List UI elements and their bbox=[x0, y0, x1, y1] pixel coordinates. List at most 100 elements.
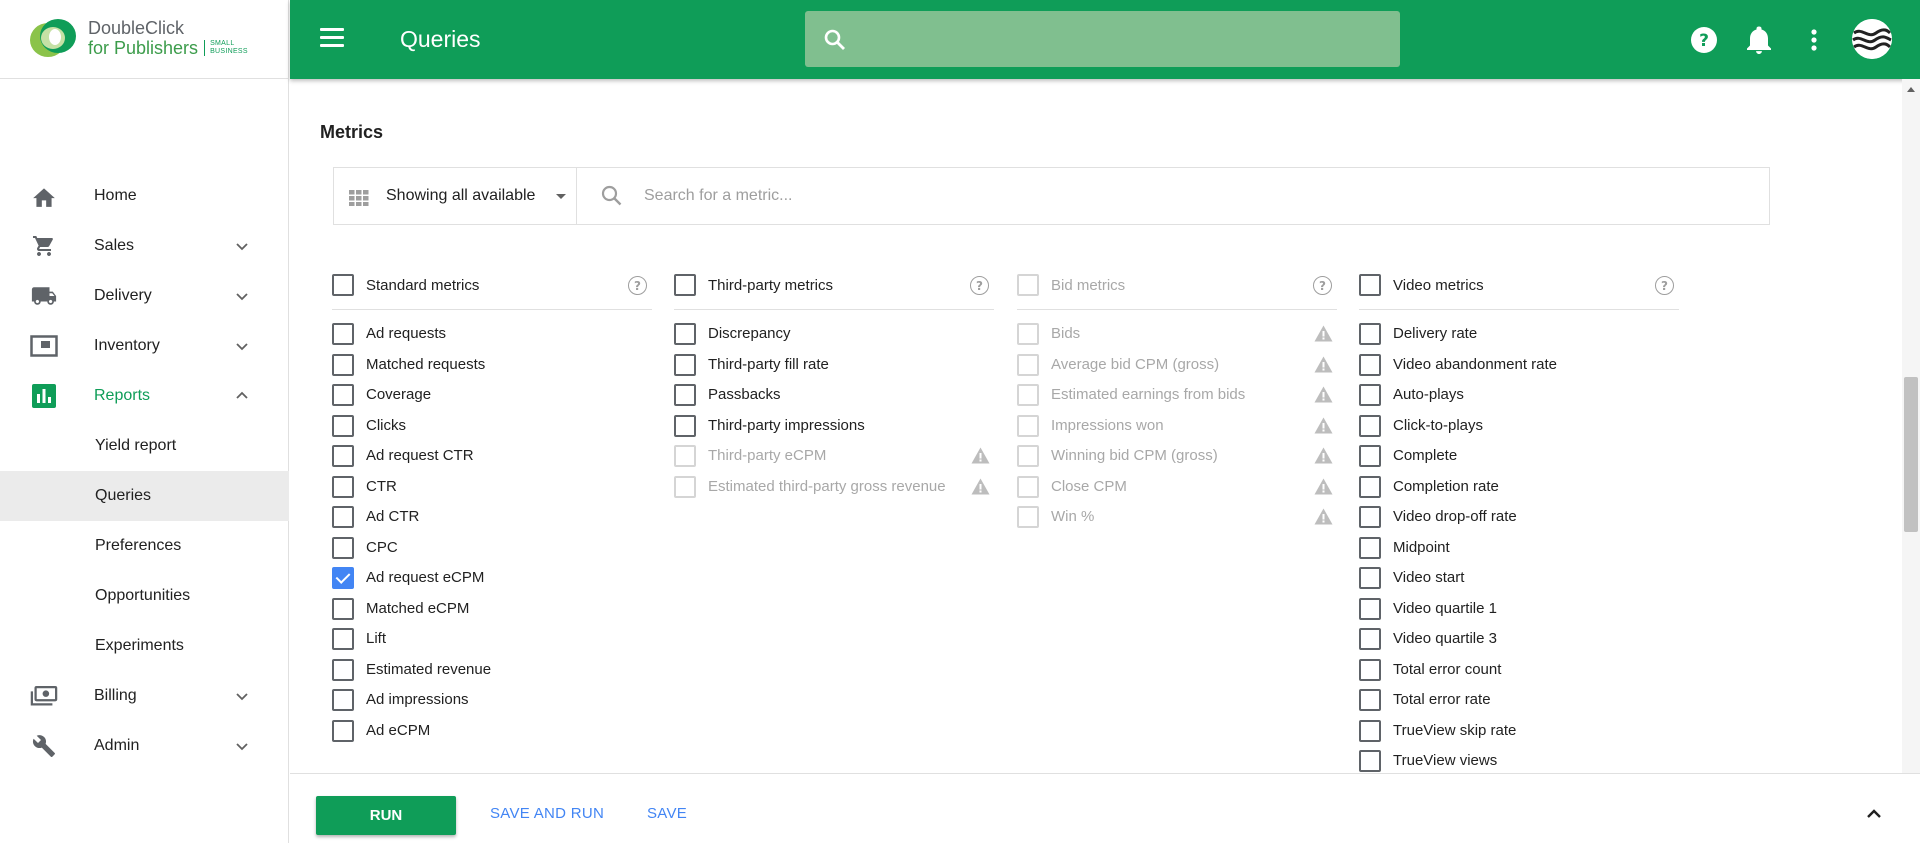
metric-label: Impressions won bbox=[1051, 416, 1164, 434]
metric-item-third-party-fill-rate[interactable]: Third-party fill rate bbox=[674, 342, 994, 376]
warning-icon[interactable] bbox=[1314, 478, 1333, 495]
warning-icon[interactable] bbox=[1314, 447, 1333, 464]
sidebar-item-billing[interactable]: Billing bbox=[0, 671, 289, 721]
metric-item-matched-requests[interactable]: Matched requests bbox=[332, 342, 652, 376]
more-vert-icon[interactable] bbox=[1799, 25, 1829, 55]
metric-label: Ad request eCPM bbox=[366, 569, 485, 586]
metric-item-third-party-impressions[interactable]: Third-party impressions bbox=[674, 403, 994, 437]
help-icon[interactable]: ? bbox=[970, 276, 989, 295]
notifications-icon[interactable] bbox=[1744, 25, 1774, 55]
warning-icon[interactable] bbox=[1314, 386, 1333, 403]
metric-item-video-quartile-1[interactable]: Video quartile 1 bbox=[1359, 586, 1679, 620]
sidebar-item-admin[interactable]: Admin bbox=[0, 721, 289, 771]
help-icon[interactable]: ? bbox=[1689, 25, 1719, 55]
metric-item-ad-ctr[interactable]: Ad CTR bbox=[332, 494, 652, 528]
metric-label: CTR bbox=[366, 477, 397, 495]
metric-label: Close CPM bbox=[1051, 477, 1127, 495]
metric-item-click-to-plays[interactable]: Click-to-plays bbox=[1359, 403, 1679, 437]
page-title: Queries bbox=[400, 26, 481, 52]
sidebar-subitem-experiments[interactable]: Experiments bbox=[0, 621, 289, 671]
metric-item-ctr[interactable]: CTR bbox=[332, 464, 652, 498]
warning-icon[interactable] bbox=[1314, 325, 1333, 342]
metric-group-label: Bid metrics bbox=[1051, 277, 1126, 294]
warning-icon[interactable] bbox=[971, 447, 990, 464]
metric-item-video-abandonment-rate[interactable]: Video abandonment rate bbox=[1359, 342, 1679, 376]
metric-label: Auto-plays bbox=[1393, 386, 1464, 403]
menu-icon[interactable] bbox=[320, 28, 346, 50]
metric-label: Win % bbox=[1051, 508, 1095, 525]
metric-item-coverage[interactable]: Coverage bbox=[332, 372, 652, 406]
metric-item-completion-rate[interactable]: Completion rate bbox=[1359, 464, 1679, 498]
sidebar-item-label: Admin bbox=[94, 737, 140, 754]
metric-checkbox[interactable] bbox=[332, 719, 354, 742]
metric-item-auto-plays[interactable]: Auto-plays bbox=[1359, 372, 1679, 406]
warning-icon[interactable] bbox=[1314, 356, 1333, 373]
metric-item-video-start[interactable]: Video start bbox=[1359, 555, 1679, 589]
metric-search-input[interactable] bbox=[644, 168, 1744, 224]
sidebar-item-home[interactable]: Home bbox=[0, 171, 289, 221]
metric-item-video-drop-off-rate[interactable]: Video drop-off rate bbox=[1359, 494, 1679, 528]
metric-item-estimated-revenue[interactable]: Estimated revenue bbox=[332, 647, 652, 681]
sidebar-subitem-preferences[interactable]: Preferences bbox=[0, 521, 289, 571]
metric-label: CPC bbox=[366, 538, 398, 556]
scroll-up-arrow-icon[interactable] bbox=[1907, 87, 1915, 92]
global-search-input[interactable] bbox=[865, 11, 1385, 67]
global-search[interactable] bbox=[805, 11, 1400, 67]
home-icon bbox=[30, 184, 58, 208]
sidebar-item-sales[interactable]: Sales bbox=[0, 221, 289, 271]
metric-item-complete[interactable]: Complete bbox=[1359, 433, 1679, 467]
metric-label: Bids bbox=[1051, 325, 1081, 342]
metric-item-total-error-count[interactable]: Total error count bbox=[1359, 647, 1679, 681]
metric-item-ad-request-ecpm[interactable]: Ad request eCPM bbox=[332, 555, 652, 589]
metric-item-passbacks[interactable]: Passbacks bbox=[674, 372, 994, 406]
metric-item-trueview-skip-rate[interactable]: TrueView skip rate bbox=[1359, 708, 1679, 742]
sidebar-subitem-yield-report[interactable]: Yield report bbox=[0, 421, 289, 471]
group-checkbox-third-party-metrics[interactable] bbox=[674, 274, 696, 296]
help-icon[interactable]: ? bbox=[1655, 276, 1674, 295]
metric-item-ad-impressions[interactable]: Ad impressions bbox=[332, 677, 652, 711]
search-icon bbox=[600, 184, 624, 213]
metric-item-ad-request-ctr[interactable]: Ad request CTR bbox=[332, 433, 652, 467]
logo-badge-line1: SMALL bbox=[210, 40, 235, 47]
metric-item-delivery-rate[interactable]: Delivery rate bbox=[1359, 311, 1679, 345]
metric-item-total-error-rate[interactable]: Total error rate bbox=[1359, 677, 1679, 711]
sidebar-subitem-opportunities[interactable]: Opportunities bbox=[0, 571, 289, 621]
avatar[interactable] bbox=[1852, 19, 1892, 59]
chevron-up-icon[interactable] bbox=[1864, 804, 1884, 824]
warning-icon[interactable] bbox=[971, 478, 990, 495]
run-button[interactable]: RUN bbox=[316, 796, 456, 835]
group-checkbox-standard-metrics[interactable] bbox=[332, 274, 354, 296]
metric-item-clicks[interactable]: Clicks bbox=[332, 403, 652, 437]
svg-text:?: ? bbox=[1699, 31, 1709, 51]
truck-icon bbox=[30, 284, 58, 308]
app-logo[interactable]: DoubleClick for Publishers SMALL BUSINES… bbox=[28, 16, 248, 60]
help-icon[interactable]: ? bbox=[628, 276, 647, 295]
metric-checkbox[interactable] bbox=[1359, 750, 1381, 772]
metric-item-video-quartile-3[interactable]: Video quartile 3 bbox=[1359, 616, 1679, 650]
search-icon bbox=[823, 28, 847, 57]
metric-item-ad-requests[interactable]: Ad requests bbox=[332, 311, 652, 345]
sidebar-item-inventory[interactable]: Inventory bbox=[0, 321, 289, 371]
metric-item-cpc[interactable]: CPC bbox=[332, 525, 652, 559]
warning-icon[interactable] bbox=[1314, 508, 1333, 525]
help-icon[interactable]: ? bbox=[1313, 276, 1332, 295]
metric-item-midpoint[interactable]: Midpoint bbox=[1359, 525, 1679, 559]
inventory-icon bbox=[30, 334, 58, 358]
warning-icon[interactable] bbox=[1314, 417, 1333, 434]
sidebar-item-reports[interactable]: Reports bbox=[0, 371, 289, 421]
scrollbar-thumb[interactable] bbox=[1904, 377, 1918, 532]
scrollbar[interactable] bbox=[1902, 79, 1920, 773]
metric-item-lift[interactable]: Lift bbox=[332, 616, 652, 650]
save-and-run-button[interactable]: SAVE AND RUN bbox=[490, 805, 604, 822]
metric-label: Passbacks bbox=[708, 386, 781, 403]
metric-item-trueview-views[interactable]: TrueView views bbox=[1359, 738, 1679, 772]
sidebar-item-delivery[interactable]: Delivery bbox=[0, 271, 289, 321]
metric-item-discrepancy[interactable]: Discrepancy bbox=[674, 311, 994, 345]
metric-item-matched-ecpm[interactable]: Matched eCPM bbox=[332, 586, 652, 620]
metric-item-ad-ecpm[interactable]: Ad eCPM bbox=[332, 708, 652, 742]
save-button[interactable]: SAVE bbox=[647, 805, 687, 822]
group-checkbox-video-metrics[interactable] bbox=[1359, 274, 1381, 296]
metric-column-video-metrics: Video metrics? Delivery rate Video abandon… bbox=[1359, 272, 1679, 772]
metrics-filter-dropdown[interactable]: Showing all available bbox=[334, 168, 577, 224]
sidebar-subitem-queries[interactable]: Queries bbox=[0, 471, 289, 521]
